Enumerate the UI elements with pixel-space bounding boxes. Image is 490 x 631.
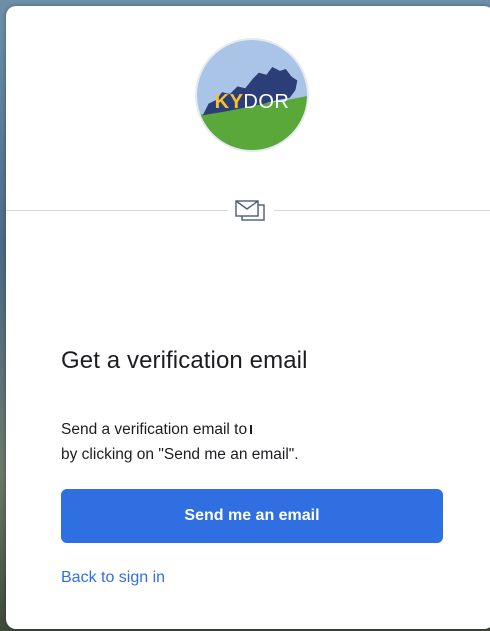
back-to-sign-in-link[interactable]: Back to sign in	[61, 569, 165, 587]
instructions-text: Send a verification email to by clicking…	[61, 417, 441, 467]
instructions-line-1-text: Send a verification email to	[61, 421, 248, 438]
logo-wordmark: KYDOR	[197, 91, 307, 114]
logo-text-ky: KY	[214, 91, 244, 113]
instructions-line-2: by clicking on "Send me an email".	[61, 446, 299, 463]
mail-icon	[228, 196, 274, 226]
kydor-logo: KYDOR	[195, 38, 309, 152]
verification-card: KYDOR Get a verification email Send a ve…	[6, 6, 490, 629]
logo-text-dor: DOR	[243, 91, 290, 113]
masked-email	[250, 425, 253, 435]
instructions-line-1: Send a verification email to	[61, 417, 441, 442]
send-email-button[interactable]: Send me an email	[61, 489, 443, 543]
page-title: Get a verification email	[61, 347, 308, 374]
